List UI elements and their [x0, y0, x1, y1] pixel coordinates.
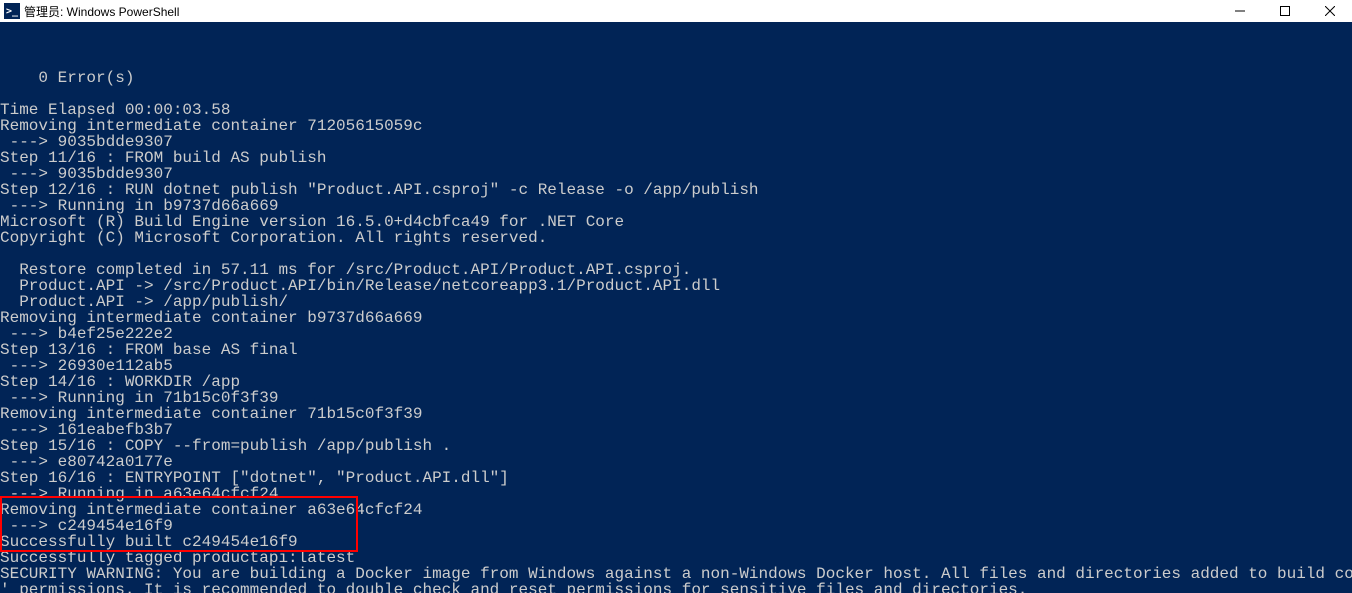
terminal-line: Step 16/16 : ENTRYPOINT ["dotnet", "Prod… — [0, 470, 1352, 486]
terminal-line: ---> Running in b9737d66a669 — [0, 198, 1352, 214]
terminal-line: Step 13/16 : FROM base AS final — [0, 342, 1352, 358]
terminal-line — [0, 86, 1352, 102]
close-icon — [1325, 6, 1335, 16]
terminal-line — [0, 246, 1352, 262]
terminal-line: ---> Running in a63e64cfcf24 — [0, 486, 1352, 502]
window-title: 管理员: Windows PowerShell — [24, 3, 179, 20]
powershell-icon: >_ — [4, 3, 20, 19]
terminal-line: Time Elapsed 00:00:03.58 — [0, 102, 1352, 118]
terminal-line: 0 Error(s) — [0, 70, 1352, 86]
terminal-line: Successfully tagged productapi:latest — [0, 550, 1352, 566]
terminal-line: Microsoft (R) Build Engine version 16.5.… — [0, 214, 1352, 230]
terminal-line: Step 11/16 : FROM build AS publish — [0, 150, 1352, 166]
terminal-output[interactable]: 0 Error(s) Time Elapsed 00:00:03.58Remov… — [0, 22, 1352, 593]
titlebar[interactable]: >_ 管理员: Windows PowerShell — [0, 0, 1352, 22]
terminal-line: Removing intermediate container 71b15c0f… — [0, 406, 1352, 422]
terminal-line: ---> b4ef25e222e2 — [0, 326, 1352, 342]
terminal-line: ---> 26930e112ab5 — [0, 358, 1352, 374]
terminal-line: SECURITY WARNING: You are building a Doc… — [0, 566, 1352, 582]
terminal-line: Restore completed in 57.11 ms for /src/P… — [0, 262, 1352, 278]
terminal-line: Product.API -> /src/Product.API/bin/Rele… — [0, 278, 1352, 294]
close-button[interactable] — [1307, 0, 1352, 22]
minimize-icon — [1235, 6, 1245, 16]
terminal-line: ---> e80742a0177e — [0, 454, 1352, 470]
terminal-line: Step 14/16 : WORKDIR /app — [0, 374, 1352, 390]
terminal-line: Successfully built c249454e16f9 — [0, 534, 1352, 550]
terminal-line: Copyright (C) Microsoft Corporation. All… — [0, 230, 1352, 246]
minimize-button[interactable] — [1217, 0, 1262, 22]
terminal-line: ---> 161eabefb3b7 — [0, 422, 1352, 438]
terminal-line: Removing intermediate container b9737d66… — [0, 310, 1352, 326]
terminal-line: ---> 9035bdde9307 — [0, 134, 1352, 150]
terminal-line: ---> c249454e16f9 — [0, 518, 1352, 534]
terminal-line: Step 12/16 : RUN dotnet publish "Product… — [0, 182, 1352, 198]
terminal-line: Removing intermediate container a63e64cf… — [0, 502, 1352, 518]
maximize-icon — [1280, 6, 1290, 16]
powershell-window: >_ 管理员: Windows PowerShell 0 Error(s) Ti… — [0, 0, 1352, 593]
terminal-line: Product.API -> /app/publish/ — [0, 294, 1352, 310]
maximize-button[interactable] — [1262, 0, 1307, 22]
terminal-line: Step 15/16 : COPY --from=publish /app/pu… — [0, 438, 1352, 454]
terminal-line: Removing intermediate container 71205615… — [0, 118, 1352, 134]
terminal-line: ' permissions. It is recommended to doub… — [0, 582, 1352, 593]
terminal-line: ---> 9035bdde9307 — [0, 166, 1352, 182]
terminal-line: ---> Running in 71b15c0f3f39 — [0, 390, 1352, 406]
window-controls — [1217, 0, 1352, 22]
